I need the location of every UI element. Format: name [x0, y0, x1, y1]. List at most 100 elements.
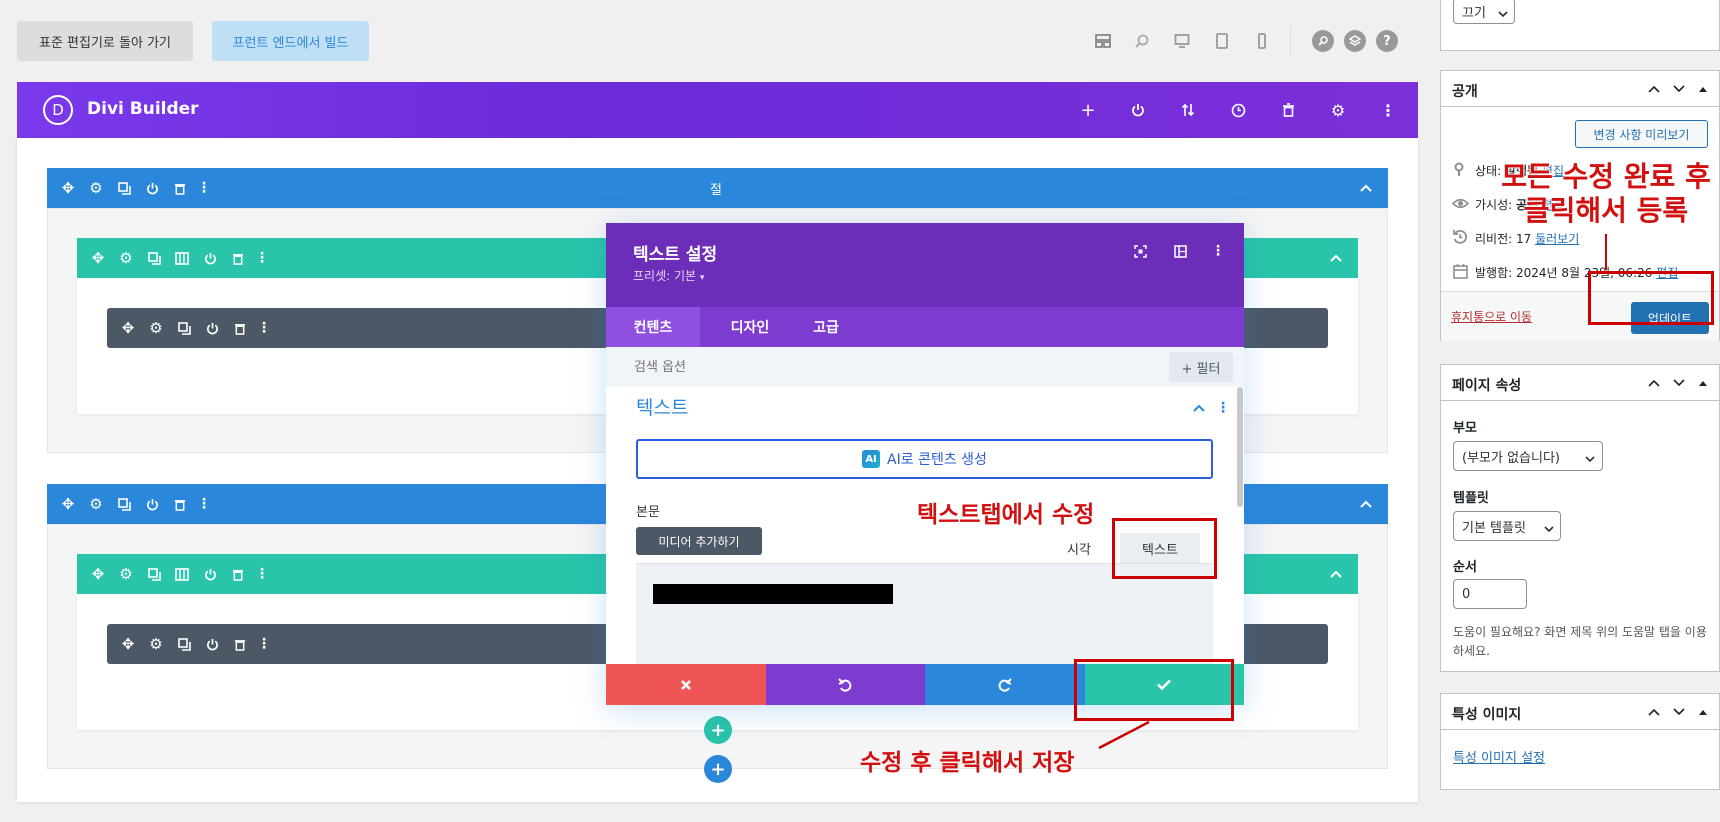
revisions-browse-link[interactable]: 둘러보기: [1535, 232, 1579, 246]
add-media-button[interactable]: 미디어 추가하기: [636, 527, 762, 555]
trash-icon[interactable]: [229, 565, 247, 583]
move-icon[interactable]: ✥: [119, 319, 137, 337]
search-icon[interactable]: [1312, 30, 1334, 52]
chevron-down-icon[interactable]: [1671, 704, 1687, 720]
help-icon[interactable]: ?: [1376, 30, 1398, 52]
top-select[interactable]: 끄기: [1453, 0, 1515, 24]
chevron-down-icon[interactable]: [1671, 81, 1687, 97]
power-icon[interactable]: [201, 565, 219, 583]
duplicate-icon[interactable]: [145, 249, 163, 267]
chevron-up-icon[interactable]: [1192, 401, 1206, 415]
settings-icon[interactable]: ⚙: [117, 249, 135, 267]
zoom-icon[interactable]: [1133, 32, 1151, 50]
caret-up-icon[interactable]: [1695, 81, 1711, 97]
power-icon[interactable]: [203, 635, 221, 653]
section-bar[interactable]: ✥ ⚙ ⋮ 절: [47, 168, 1388, 208]
chevron-down-icon[interactable]: [1671, 375, 1687, 391]
split-view-icon[interactable]: [1172, 243, 1188, 259]
tablet-icon[interactable]: [1213, 32, 1231, 50]
template-select[interactable]: 기본 템플릿: [1453, 511, 1561, 541]
trash-icon[interactable]: [1277, 99, 1299, 121]
search-options-input[interactable]: [634, 356, 934, 378]
power-icon[interactable]: [203, 319, 221, 337]
chevron-up-icon[interactable]: [1646, 704, 1662, 720]
add-row-button[interactable]: +: [704, 716, 732, 744]
settings-icon[interactable]: ⚙: [117, 565, 135, 583]
settings-icon[interactable]: ⚙: [87, 179, 105, 197]
more-icon[interactable]: ⋮: [1377, 99, 1399, 121]
build-on-frontend-button[interactable]: 프런트 엔드에서 빌드: [212, 21, 369, 61]
more-icon[interactable]: ⋮: [1216, 400, 1230, 416]
settings-icon[interactable]: ⚙: [87, 495, 105, 513]
power-icon[interactable]: [201, 249, 219, 267]
more-icon[interactable]: ⋮: [255, 635, 273, 653]
caret-up-icon[interactable]: [1695, 704, 1711, 720]
move-icon[interactable]: ✥: [119, 635, 137, 653]
tab-design[interactable]: 디자인: [710, 307, 790, 347]
move-to-trash-link[interactable]: 휴지통으로 이동: [1451, 308, 1532, 325]
phone-icon[interactable]: [1253, 32, 1271, 50]
power-icon[interactable]: [143, 179, 161, 197]
chevron-up-icon[interactable]: [1358, 496, 1374, 512]
tab-advanced[interactable]: 고급: [796, 307, 856, 347]
ai-generate-content-button[interactable]: AI AI로 콘텐츠 생성: [636, 439, 1213, 479]
tab-content[interactable]: 컨텐츠: [606, 307, 700, 347]
text-editor-area[interactable]: [636, 563, 1213, 673]
more-icon[interactable]: ⋮: [195, 179, 213, 197]
editor-tab-visual[interactable]: 시각: [1049, 533, 1109, 563]
trash-icon[interactable]: [171, 495, 189, 513]
layout-icon[interactable]: [1094, 32, 1112, 50]
more-icon[interactable]: ⋮: [253, 565, 271, 583]
history-icon[interactable]: [1227, 99, 1249, 121]
more-icon[interactable]: ⋮: [195, 495, 213, 513]
move-icon[interactable]: ✥: [89, 249, 107, 267]
chevron-up-icon[interactable]: [1358, 180, 1374, 196]
settings-icon[interactable]: ⚙: [147, 319, 165, 337]
more-icon[interactable]: ⋮: [253, 249, 271, 267]
sort-icon[interactable]: [1177, 99, 1199, 121]
add-section-button[interactable]: +: [704, 755, 732, 783]
settings-icon[interactable]: ⚙: [147, 635, 165, 653]
duplicate-icon[interactable]: [115, 179, 133, 197]
columns-icon[interactable]: [173, 249, 191, 267]
chevron-up-icon[interactable]: [1646, 81, 1662, 97]
trash-icon[interactable]: [229, 249, 247, 267]
preset-selector[interactable]: 프리셋: 기본 ▾: [633, 267, 704, 284]
move-icon[interactable]: ✥: [59, 179, 77, 197]
modal-scrollbar[interactable]: [1237, 387, 1243, 507]
redo-button[interactable]: [925, 664, 1085, 705]
set-featured-image-link[interactable]: 특성 이미지 설정: [1453, 747, 1545, 766]
expand-icon[interactable]: [1132, 243, 1148, 259]
duplicate-icon[interactable]: [175, 635, 193, 653]
chevron-up-icon[interactable]: [1646, 375, 1662, 391]
power-icon[interactable]: [143, 495, 161, 513]
filter-button[interactable]: + 필터: [1169, 352, 1233, 382]
caret-up-icon[interactable]: [1695, 375, 1711, 391]
move-icon[interactable]: ✥: [59, 495, 77, 513]
layers-icon[interactable]: [1344, 30, 1366, 52]
columns-icon[interactable]: [173, 565, 191, 583]
duplicate-icon[interactable]: [115, 495, 133, 513]
trash-icon[interactable]: [171, 179, 189, 197]
parent-select[interactable]: (부모가 없습니다): [1453, 441, 1603, 471]
add-icon[interactable]: +: [1077, 99, 1099, 121]
featured-image-title: 특성 이미지: [1452, 707, 1522, 723]
trash-icon[interactable]: [231, 319, 249, 337]
preview-changes-button[interactable]: 변경 사항 미리보기: [1575, 120, 1708, 148]
order-input[interactable]: 0: [1453, 579, 1527, 609]
desktop-icon[interactable]: [1173, 32, 1191, 50]
chevron-up-icon[interactable]: [1328, 250, 1344, 266]
trash-icon[interactable]: [231, 635, 249, 653]
duplicate-icon[interactable]: [175, 319, 193, 337]
undo-button[interactable]: [765, 664, 925, 705]
order-label: 순서: [1453, 560, 1477, 575]
more-icon[interactable]: ⋮: [255, 319, 273, 337]
discard-button[interactable]: [606, 664, 766, 705]
move-icon[interactable]: ✥: [89, 565, 107, 583]
back-to-classic-editor-button[interactable]: 표준 편집기로 돌아 가기: [17, 21, 193, 61]
more-icon[interactable]: ⋮: [1210, 243, 1226, 259]
duplicate-icon[interactable]: [145, 565, 163, 583]
gear-icon[interactable]: ⚙: [1327, 99, 1349, 121]
chevron-up-icon[interactable]: [1328, 566, 1344, 582]
power-icon[interactable]: [1127, 99, 1149, 121]
